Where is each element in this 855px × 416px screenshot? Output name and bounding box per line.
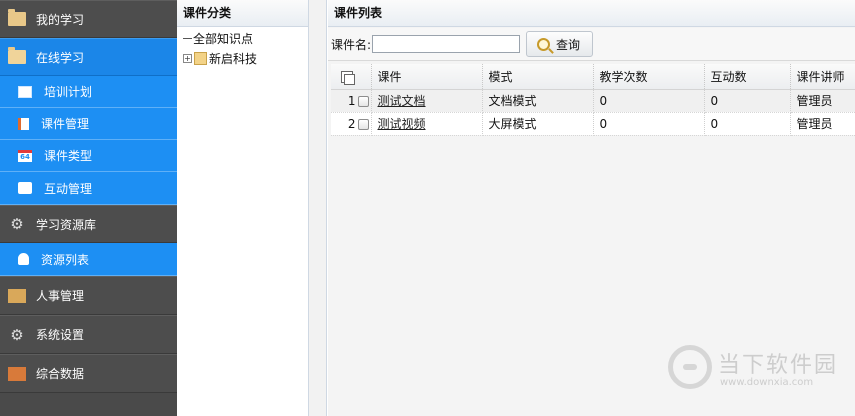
- course-link[interactable]: 测试视频: [378, 117, 426, 131]
- sidebar: 我的学习 在线学习 培训计划 课件管理 64 课件类型 互动管理 ⚙ 学习资源库…: [0, 0, 177, 416]
- tree-node-label: 新启科技: [209, 52, 258, 66]
- nav-online-learning-label: 在线学习: [36, 50, 85, 65]
- sidebar-item-resource-list[interactable]: 资源列表: [0, 243, 177, 276]
- sidebar-item-label: 课件管理: [41, 117, 90, 131]
- mode-cell: 大屏模式: [482, 112, 594, 136]
- category-panel-title: 课件分类: [177, 0, 308, 27]
- search-bar: 课件名: 查询: [328, 28, 855, 61]
- tree-node-label: 全部知识点: [193, 32, 254, 46]
- disk-icon: [18, 253, 29, 265]
- search-button-label: 查询: [556, 37, 581, 52]
- mode-cell: 文档模式: [482, 89, 594, 113]
- sidebar-item-courseware-management[interactable]: 课件管理: [0, 108, 177, 140]
- teach-count-cell: 0: [593, 112, 705, 136]
- calendar-badge: 64: [20, 152, 30, 161]
- sidebar-item-training-plan[interactable]: 培训计划: [0, 76, 177, 108]
- select-all-header[interactable]: [331, 64, 372, 90]
- tree-line: [183, 38, 192, 39]
- column-header-teach-count[interactable]: 教学次数: [593, 64, 705, 90]
- column-header-mode[interactable]: 模式: [482, 64, 594, 90]
- sidebar-item-label: 互动管理: [44, 181, 93, 196]
- column-header-teacher[interactable]: 课件讲师: [790, 64, 855, 90]
- course-link[interactable]: 测试文档: [378, 94, 426, 108]
- nav-system-settings[interactable]: ⚙ 系统设置: [0, 315, 177, 354]
- box-icon: [8, 366, 26, 381]
- table-row[interactable]: 2 测试视频 大屏模式 0 0 管理员: [331, 112, 855, 136]
- nav-my-learning-label: 我的学习: [36, 12, 85, 27]
- nav-hr-management-label: 人事管理: [36, 289, 85, 303]
- tree-node-xinqi-tech[interactable]: + 新启科技: [183, 50, 257, 67]
- interact-count-cell: 0: [704, 112, 791, 136]
- nav-hr-management[interactable]: 人事管理: [0, 276, 177, 315]
- teacher-cell: 管理员: [790, 112, 855, 136]
- column-header-course[interactable]: 课件: [371, 64, 483, 90]
- folder-icon: [8, 9, 26, 26]
- sidebar-item-label: 资源列表: [41, 252, 90, 267]
- nav-comprehensive-data-label: 综合数据: [36, 367, 85, 381]
- sidebar-item-courseware-types[interactable]: 64 课件类型: [0, 140, 177, 172]
- row-checkbox[interactable]: [357, 118, 369, 130]
- row-number-cell: 1: [331, 89, 372, 113]
- sidebar-item-label: 课件类型: [44, 149, 93, 163]
- watermark-logo-icon: [668, 345, 712, 389]
- nav-comprehensive-data[interactable]: 综合数据: [0, 354, 177, 393]
- course-list-title: 课件列表: [328, 0, 855, 27]
- course-name-cell: 测试视频: [371, 112, 483, 136]
- column-header-interact-count[interactable]: 互动数: [704, 64, 791, 90]
- search-icon: [537, 37, 551, 51]
- chat-icon: [18, 182, 32, 194]
- row-checkbox[interactable]: [357, 95, 369, 107]
- document-icon: [18, 117, 29, 130]
- sidebar-item-label: 培训计划: [44, 85, 93, 99]
- calendar-icon: 64: [18, 149, 32, 162]
- nav-online-learning[interactable]: 在线学习: [0, 38, 177, 76]
- folder-icon: [194, 52, 207, 65]
- select-all-icon[interactable]: [341, 70, 355, 85]
- gear-icon: ⚙: [10, 215, 24, 233]
- watermark: 当下软件园 www.downxia.com: [668, 345, 848, 405]
- table-row[interactable]: 1 测试文档 文档模式 0 0 管理员: [331, 89, 855, 113]
- watermark-url: www.downxia.com: [720, 377, 814, 388]
- category-panel: 课件分类 全部知识点 + 新启科技: [177, 0, 309, 416]
- expand-icon[interactable]: +: [183, 54, 192, 63]
- interact-count-cell: 0: [704, 89, 791, 113]
- watermark-title: 当下软件园: [718, 353, 839, 378]
- panel-splitter[interactable]: [309, 0, 327, 416]
- search-label: 课件名:: [331, 37, 372, 52]
- sidebar-item-interaction-management[interactable]: 互动管理: [0, 172, 177, 205]
- course-table: 课件 模式 教学次数 互动数 课件讲师 1 测试文档 文档模式 0 0 管理员 …: [331, 64, 855, 136]
- row-number: 1: [347, 93, 356, 108]
- open-folder-icon: [8, 47, 26, 64]
- row-number-cell: 2: [331, 112, 372, 136]
- nav-my-learning[interactable]: 我的学习: [0, 0, 177, 38]
- screen-icon: [18, 85, 32, 98]
- nav-resource-library-label: 学习资源库: [36, 217, 97, 232]
- course-name-input[interactable]: [372, 35, 521, 53]
- teacher-cell: 管理员: [790, 89, 855, 113]
- row-number: 2: [347, 116, 356, 131]
- nav-system-settings-label: 系统设置: [36, 328, 85, 342]
- nav-resource-library[interactable]: ⚙ 学习资源库: [0, 205, 177, 243]
- course-name-cell: 测试文档: [371, 89, 483, 113]
- teach-count-cell: 0: [593, 89, 705, 113]
- search-button[interactable]: 查询: [526, 31, 594, 57]
- tree-node-all-knowledge[interactable]: 全部知识点: [183, 30, 253, 47]
- gear-icon: ⚙: [10, 325, 24, 344]
- table-header: 课件 模式 教学次数 互动数 课件讲师: [331, 64, 855, 90]
- person-card-icon: [8, 288, 26, 303]
